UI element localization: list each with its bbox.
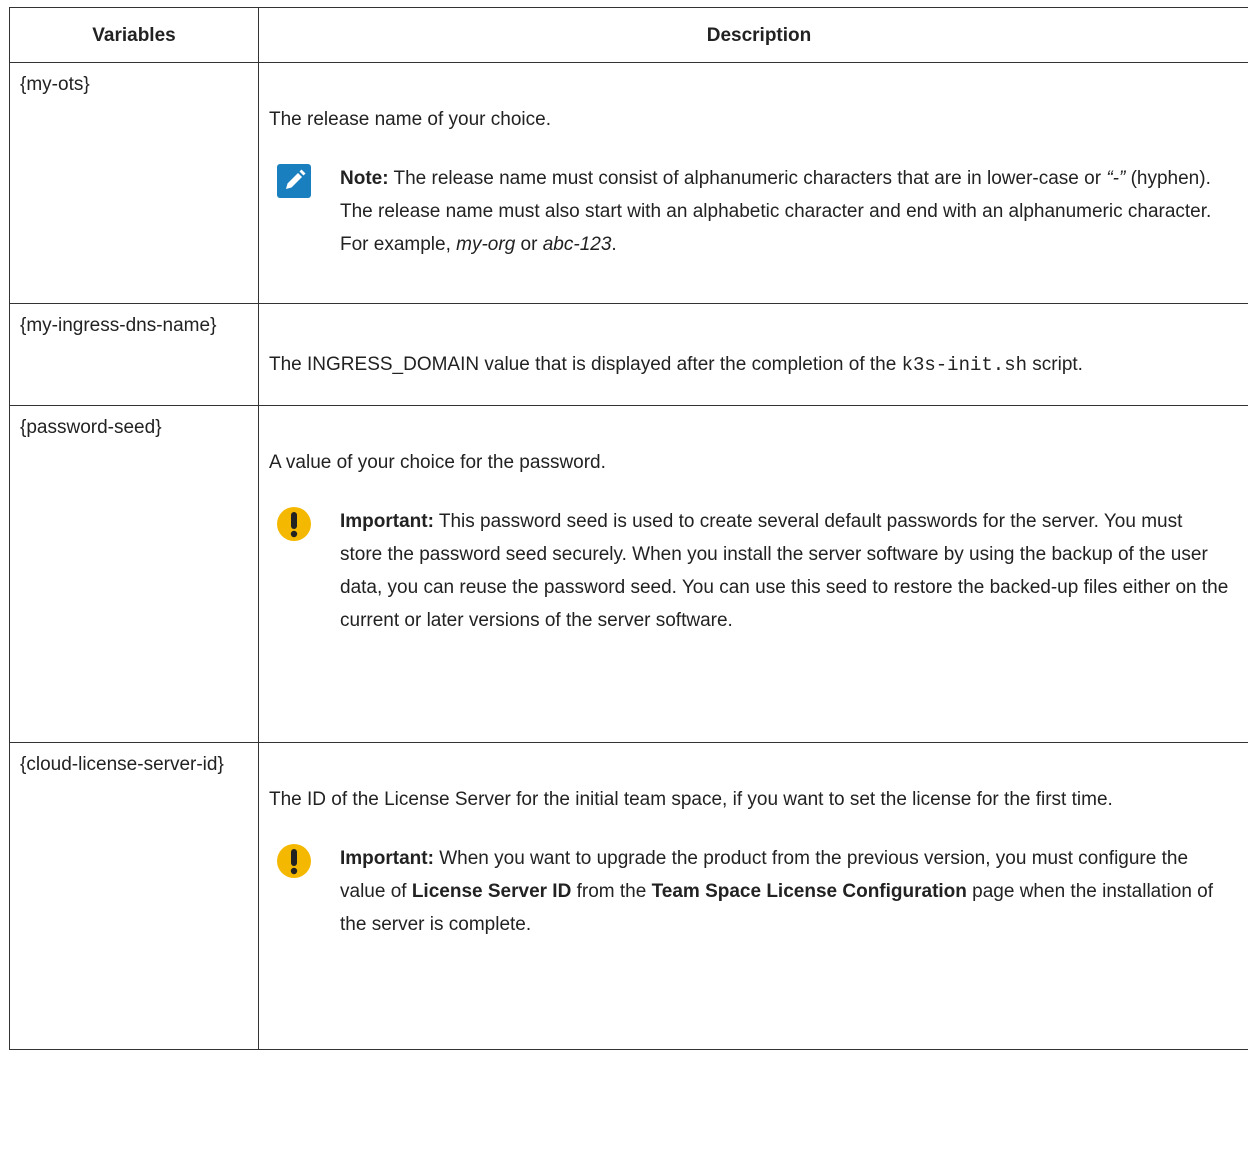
important-text: This password seed is used to create sev… bbox=[340, 511, 1229, 631]
table-row: {cloud-license-server-id} The ID of the … bbox=[9, 742, 1248, 1050]
important-admonition: Important: This password seed is used to… bbox=[269, 505, 1248, 637]
pencil-icon bbox=[277, 164, 311, 198]
note-label: Note: bbox=[340, 168, 389, 189]
header-description: Description bbox=[258, 7, 1248, 63]
variable-description: The INGRESS_DOMAIN value that is display… bbox=[258, 303, 1248, 406]
note-hyphen: “-” bbox=[1106, 168, 1126, 189]
variable-name: {password-seed} bbox=[9, 405, 259, 743]
important-label: Important: bbox=[340, 511, 434, 532]
license-server-id: License Server ID bbox=[411, 881, 572, 902]
variable-name: {my-ots} bbox=[9, 62, 259, 304]
variable-description: A value of your choice for the password.… bbox=[258, 405, 1248, 743]
script-code: k3s-init.sh bbox=[901, 354, 1027, 376]
important-text-2: from the bbox=[571, 881, 652, 902]
note-admonition: Note: The release name must consist of a… bbox=[269, 162, 1248, 261]
variable-description: The ID of the License Server for the ini… bbox=[258, 742, 1248, 1050]
description-text: A value of your choice for the password. bbox=[269, 452, 606, 473]
variable-name: {cloud-license-server-id} bbox=[9, 742, 259, 1050]
note-example-1: my-org bbox=[456, 234, 516, 255]
variables-table: Variables Description {my-ots} The relea… bbox=[9, 7, 1248, 1050]
note-text-1: The release name must consist of alphanu… bbox=[388, 168, 1107, 189]
description-text: The ID of the License Server for the ini… bbox=[269, 789, 1113, 810]
note-example-2: abc-123 bbox=[542, 234, 612, 255]
header-variables: Variables bbox=[9, 7, 259, 63]
exclamation-icon bbox=[277, 507, 311, 541]
important-label: Important: bbox=[340, 848, 434, 869]
table-row: {my-ots} The release name of your choice… bbox=[9, 62, 1248, 304]
team-space-license-configuration: Team Space License Configuration bbox=[651, 881, 967, 902]
table-row: {my-ingress-dns-name} The INGRESS_DOMAIN… bbox=[9, 303, 1248, 406]
important-admonition: Important: When you want to upgrade the … bbox=[269, 842, 1248, 941]
note-text-3: or bbox=[515, 234, 543, 255]
exclamation-icon bbox=[277, 844, 311, 878]
description-text-1: The INGRESS_DOMAIN value that is display… bbox=[269, 354, 902, 375]
description-text: The release name of your choice. bbox=[269, 109, 551, 130]
description-text: The INGRESS_DOMAIN value that is display… bbox=[269, 304, 1248, 382]
variable-description: The release name of your choice. Note: T… bbox=[258, 62, 1248, 304]
description-text-2: script. bbox=[1027, 354, 1083, 375]
note-text-4: . bbox=[611, 234, 617, 255]
table-row: {password-seed} A value of your choice f… bbox=[9, 405, 1248, 743]
variable-name: {my-ingress-dns-name} bbox=[9, 303, 259, 406]
